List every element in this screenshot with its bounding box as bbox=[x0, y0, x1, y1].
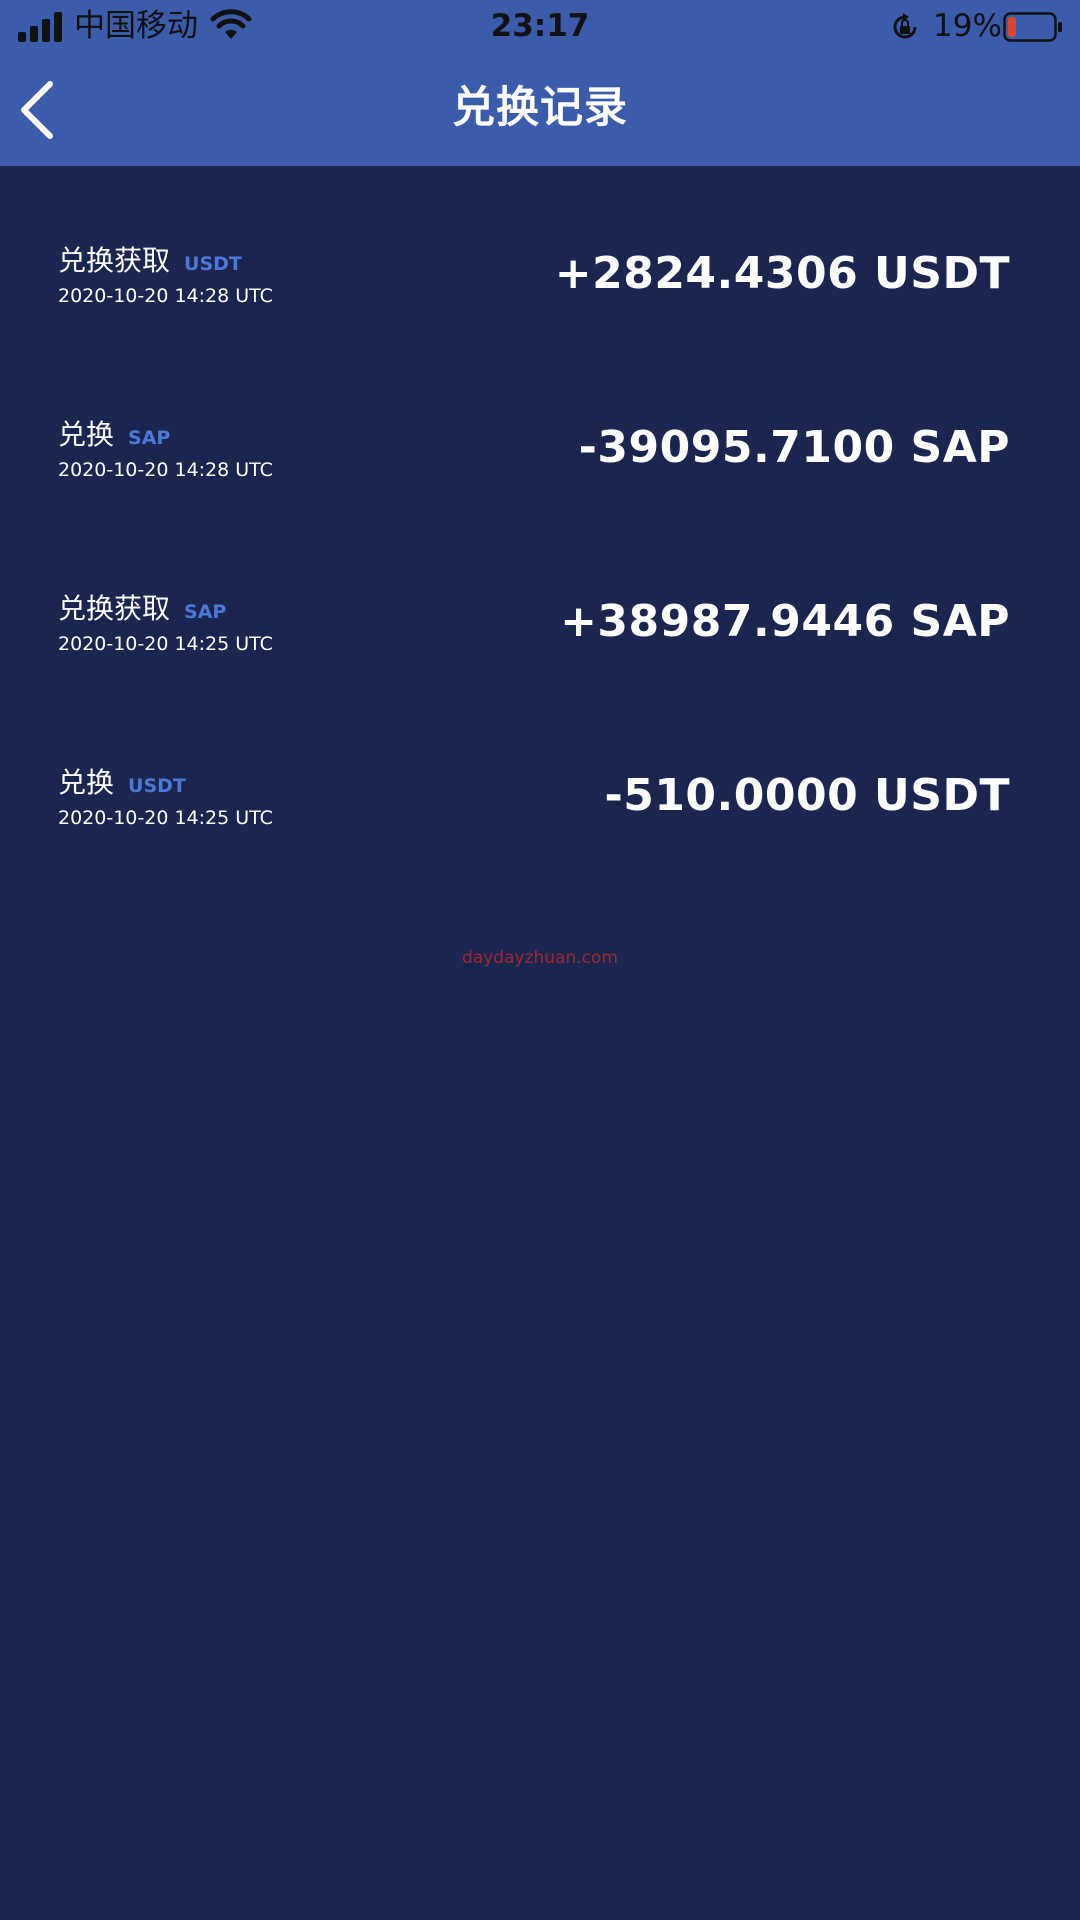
watermark: daydayzhuan.com bbox=[462, 948, 618, 968]
record-type: 兑换获取 bbox=[58, 244, 171, 277]
record-time: 2020-10-20 14:28 UTC bbox=[58, 459, 273, 481]
coin-tag: USDT bbox=[128, 775, 186, 797]
list-item[interactable]: 兑换获取 USDT 2020-10-20 14:28 UTC +2824.430… bbox=[0, 166, 1080, 340]
coin-tag: SAP bbox=[128, 427, 171, 449]
rotation-lock-icon bbox=[893, 13, 917, 39]
exchange-record-list: 兑换获取 USDT 2020-10-20 14:28 UTC +2824.430… bbox=[0, 166, 1080, 862]
battery-icon bbox=[1003, 12, 1062, 42]
coin-tag: USDT bbox=[184, 253, 242, 275]
record-amount: +38987.9446 SAP bbox=[560, 596, 1010, 647]
record-type: 兑换获取 bbox=[58, 592, 171, 625]
page-title: 兑换记录 bbox=[452, 83, 628, 133]
record-title-line: 兑换获取 SAP bbox=[58, 591, 226, 631]
record-time: 2020-10-20 14:25 UTC bbox=[58, 633, 273, 655]
list-item[interactable]: 兑换 SAP 2020-10-20 14:28 UTC -39095.7100 … bbox=[0, 340, 1080, 514]
record-amount: -510.0000 USDT bbox=[604, 770, 1010, 821]
record-type: 兑换 bbox=[58, 766, 115, 799]
record-time: 2020-10-20 14:25 UTC bbox=[58, 807, 273, 829]
list-item[interactable]: 兑换获取 SAP 2020-10-20 14:25 UTC +38987.944… bbox=[0, 514, 1080, 688]
status-bar: 中国移动 23:17 19% bbox=[0, 0, 1080, 54]
record-type: 兑换 bbox=[58, 418, 115, 451]
record-time: 2020-10-20 14:28 UTC bbox=[58, 285, 273, 307]
record-title-line: 兑换 USDT bbox=[58, 765, 186, 805]
record-amount: +2824.4306 USDT bbox=[554, 248, 1010, 299]
record-title-line: 兑换获取 USDT bbox=[58, 243, 242, 283]
app-header: 中国移动 23:17 19% 兑换记录 bbox=[0, 0, 1080, 166]
record-amount: -39095.7100 SAP bbox=[578, 422, 1010, 473]
coin-tag: SAP bbox=[184, 601, 227, 623]
battery-percentage: 19% bbox=[933, 8, 1002, 44]
list-item[interactable]: 兑换 USDT 2020-10-20 14:25 UTC -510.0000 U… bbox=[0, 688, 1080, 862]
record-title-line: 兑换 SAP bbox=[58, 417, 170, 457]
